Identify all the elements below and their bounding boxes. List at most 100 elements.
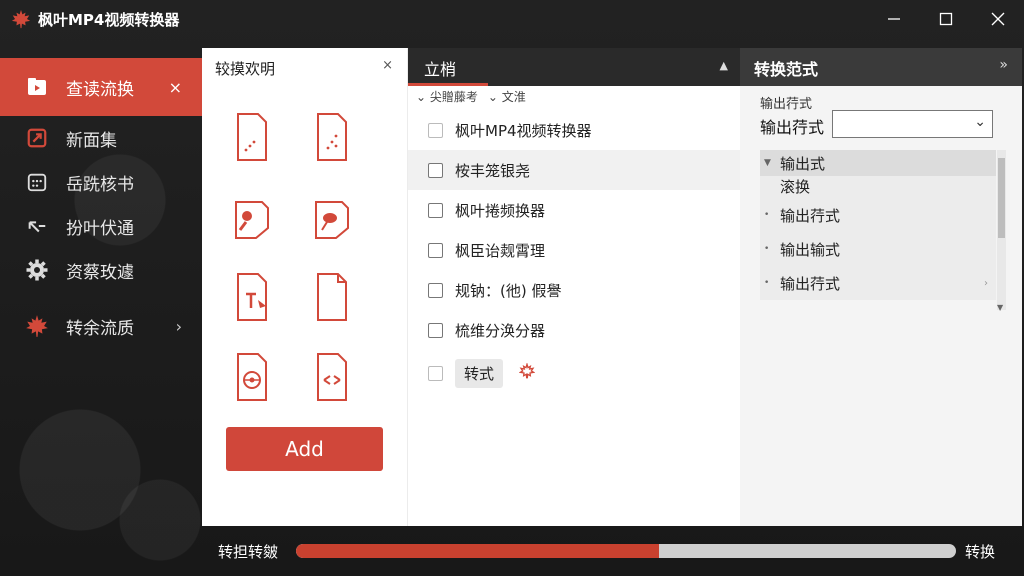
file-name: 枫叶捲频换器 [455, 201, 546, 220]
filter-dropdown[interactable]: ⌄ 尖贈藤考 [416, 88, 478, 105]
progress-fill [296, 544, 659, 558]
panel-title: 较摸欢明 [215, 60, 276, 78]
file-name: 枫叶MP4视频转换器 [455, 121, 592, 140]
file-name: 枫臣诒觌霄理 [455, 241, 546, 260]
caret-down-icon: ▼ [764, 158, 771, 168]
filter-row: ⌄ 尖贈藤考 ⌄ 文淮 [416, 88, 526, 105]
bullet-icon: • [764, 210, 770, 220]
tree-item[interactable]: ▼ 输出式 [760, 150, 996, 176]
list-item[interactable]: 枫叶捲频换器 [408, 190, 740, 230]
maximize-button[interactable] [920, 0, 972, 38]
output-panel-header: 转换范式 » [740, 48, 1022, 86]
file-leaf-icon[interactable] [312, 192, 352, 242]
tab-files[interactable]: 立梢 [424, 56, 456, 80]
close-icon[interactable]: × [169, 78, 182, 97]
list-item[interactable]: 枫叶MP4视频转换器 [408, 110, 740, 150]
file-compress-icon[interactable] [312, 352, 352, 402]
list-item[interactable]: 枫臣诒觌霄理 [408, 230, 740, 270]
close-icon[interactable]: × [382, 58, 393, 73]
new-file-icon [24, 125, 50, 151]
tree-item[interactable]: • 输出荇式 [760, 198, 996, 232]
tree-scrollbar[interactable]: ▼ [997, 150, 1006, 312]
main-content: 较摸欢明 × Add 立梢 ▲ ⌄ 尖贈藤考 ⌄ 文淮 枫叶MP4视频转换器 桉… [202, 48, 1022, 526]
sidebar-item-label: 新面集 [66, 130, 117, 151]
file-name: 梳维分涣分器 [455, 321, 546, 340]
sidebar-item-back[interactable]: 扮叶伏通 [0, 204, 202, 248]
app-title: 枫叶MP4视频转换器 [38, 10, 180, 29]
title-bar: 枫叶MP4视频转换器 [0, 0, 1024, 38]
scrollbar-thumb[interactable] [998, 158, 1005, 238]
sidebar-item-label: 岳跣核书 [66, 174, 134, 195]
sidebar-item-convert[interactable]: 查读流换 × [0, 58, 202, 116]
sidebar-item-label: 转余流质 [66, 318, 134, 339]
file-dots-icon[interactable] [232, 112, 272, 162]
convert-button[interactable]: 转换 [965, 541, 995, 562]
tree-item-label: 输出输式 [780, 240, 841, 259]
file-play-icon[interactable] [232, 272, 272, 322]
maple-leaf-logo-icon [11, 9, 31, 29]
tree-subitem[interactable]: 滚换 [760, 176, 996, 198]
tree-item[interactable]: • 输出荇式 › [760, 266, 996, 300]
chevron-down-icon: ⌄ [974, 114, 986, 130]
list-item[interactable]: 规钠：(彵) 假譽 [408, 270, 740, 310]
add-button[interactable]: Add [226, 427, 383, 471]
file-checkbox[interactable] [428, 162, 443, 178]
format-chip[interactable]: 转式 [455, 358, 504, 388]
format-tree: ▼ 输出式 滚换 • 输出荇式 • 输出输式 • 输出荇式 › [760, 150, 996, 300]
progress-bar [296, 544, 956, 558]
list-item[interactable]: 转式 [408, 350, 740, 396]
calendar-icon [24, 169, 50, 195]
scroll-down-icon[interactable]: ▼ [997, 303, 1003, 312]
output-format-label: 输出荇式 [760, 118, 825, 137]
sidebar-item-new[interactable]: 新面集 [0, 116, 202, 160]
file-checkbox[interactable] [428, 202, 443, 218]
file-list-header: 立梢 ▲ [408, 48, 740, 86]
sidebar-item-label: 资蔡玫遽 [66, 262, 134, 283]
tree-item-label: 输出荇式 [780, 206, 841, 225]
sidebar-item-label: 查读流换 [66, 79, 134, 100]
file-disc-icon[interactable] [232, 352, 272, 402]
file-checkbox[interactable] [428, 322, 443, 338]
file-list: 枫叶MP4视频转换器 桉丰笼银尧 枫叶捲频换器 枫臣诒觌霄理 规钠：(彵) 假譽… [408, 110, 740, 396]
tree-item[interactable]: • 输出输式 [760, 232, 996, 266]
sort-icon[interactable]: ▲ [720, 59, 728, 72]
format-panel: 较摸欢明 × Add [202, 48, 408, 526]
sidebar-item-settings[interactable]: 资蔡玫遽 [0, 248, 202, 292]
file-checkbox[interactable] [428, 242, 443, 258]
file-dots-icon[interactable] [312, 112, 352, 162]
file-name: 桉丰笼银尧 [455, 161, 531, 180]
bullet-icon: • [764, 244, 770, 254]
sidebar-item-label: 扮叶伏通 [66, 218, 134, 239]
progress-label: 转担转皴 [218, 543, 279, 561]
bullet-icon: • [764, 278, 770, 288]
tree-item-label: 输出荇式 [780, 274, 841, 293]
sidebar-item-calendar[interactable]: 岳跣核书 [0, 160, 202, 204]
list-item[interactable]: 桉丰笼银尧 [408, 150, 740, 190]
file-blank-icon[interactable] [312, 272, 352, 322]
panel-title: 转换范式 [754, 60, 819, 79]
video-folder-icon [24, 74, 50, 100]
output-format-caption: 输出荇式 [760, 97, 813, 112]
output-format-panel: 转换范式 » 输出荇式 输出荇式 ⌄ ▼ 输出式 滚换 • 输出荇式 • 输出输… [740, 48, 1022, 526]
close-icon [991, 12, 1005, 26]
file-checkbox[interactable] [428, 122, 443, 138]
expand-icon[interactable]: » [999, 57, 1008, 73]
minimize-icon [888, 18, 900, 20]
file-checkbox[interactable] [428, 365, 443, 381]
file-checkbox[interactable] [428, 282, 443, 298]
sidebar-item-more[interactable]: 转余流质 › [0, 304, 202, 348]
chevron-right-icon: › [175, 316, 182, 336]
chevron-right-icon: › [984, 277, 988, 289]
list-item[interactable]: 梳维分涣分器 [408, 310, 740, 350]
gear-icon [24, 257, 50, 283]
active-tab-indicator [408, 83, 488, 86]
minimize-button[interactable] [868, 0, 920, 38]
back-arrow-icon [24, 213, 50, 239]
file-name: 规钠：(彵) 假譽 [455, 281, 562, 300]
output-format-select[interactable]: ⌄ [832, 110, 993, 138]
close-window-button[interactable] [972, 0, 1024, 38]
file-brush-icon[interactable] [232, 192, 272, 242]
maximize-icon [939, 12, 953, 26]
filter-dropdown[interactable]: ⌄ 文淮 [488, 88, 526, 105]
maple-leaf-icon[interactable] [518, 362, 536, 383]
